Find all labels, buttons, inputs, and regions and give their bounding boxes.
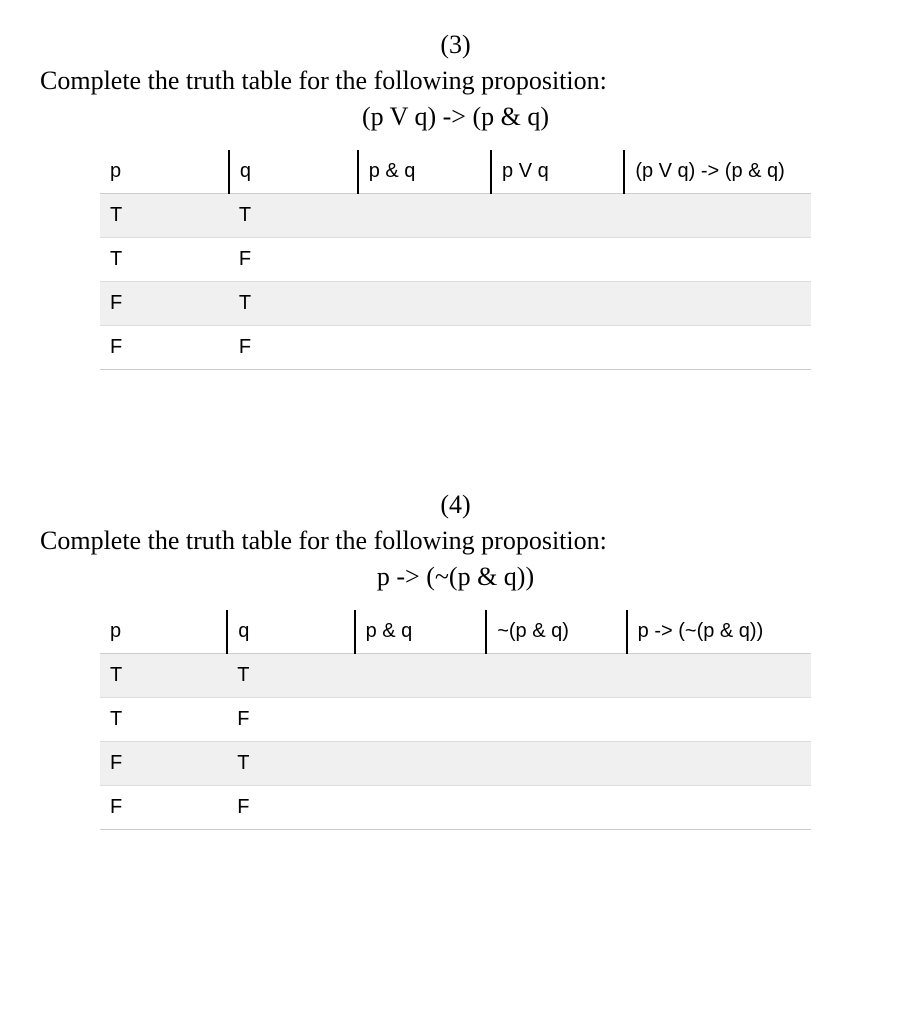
table-cell — [624, 237, 811, 281]
table-cell — [355, 697, 487, 741]
table-header-row: p q p & q ~(p & q) p -> (~(p & q)) — [100, 610, 811, 654]
table-cell — [486, 785, 626, 829]
table-cell: T — [100, 193, 229, 237]
truth-table-container: p q p & q ~(p & q) p -> (~(p & q)) T T T… — [40, 610, 871, 830]
table-cell — [491, 237, 624, 281]
table-header: p -> (~(p & q)) — [627, 610, 811, 654]
table-row: F F — [100, 785, 811, 829]
table-cell — [627, 741, 811, 785]
table-cell — [627, 785, 811, 829]
table-cell: T — [229, 193, 358, 237]
table-cell — [486, 653, 626, 697]
table-cell: T — [227, 741, 354, 785]
table-cell — [627, 697, 811, 741]
table-cell — [491, 193, 624, 237]
table-row: T F — [100, 237, 811, 281]
table-cell — [358, 281, 491, 325]
table-cell: T — [100, 237, 229, 281]
problem-instruction: Complete the truth table for the followi… — [40, 524, 871, 558]
table-cell — [358, 325, 491, 369]
table-row: F T — [100, 741, 811, 785]
table-cell — [358, 193, 491, 237]
table-header: p — [100, 150, 229, 194]
table-header: q — [227, 610, 354, 654]
table-cell — [355, 741, 487, 785]
table-cell: F — [100, 281, 229, 325]
table-header: p & q — [355, 610, 487, 654]
table-cell — [624, 281, 811, 325]
table-cell: F — [229, 325, 358, 369]
table-cell: F — [227, 697, 354, 741]
table-cell — [491, 325, 624, 369]
table-cell — [624, 325, 811, 369]
problem-proposition: p -> (~(p & q)) — [40, 562, 871, 592]
table-cell — [355, 653, 487, 697]
table-cell — [486, 697, 626, 741]
table-header: p & q — [358, 150, 491, 194]
table-header-row: p q p & q p V q (p V q) -> (p & q) — [100, 150, 811, 194]
table-cell: F — [100, 325, 229, 369]
table-row: T F — [100, 697, 811, 741]
table-cell: F — [100, 785, 227, 829]
table-cell: T — [100, 697, 227, 741]
table-cell — [358, 237, 491, 281]
table-cell: T — [100, 653, 227, 697]
table-row: T T — [100, 193, 811, 237]
table-header: p V q — [491, 150, 624, 194]
table-cell: T — [229, 281, 358, 325]
problem-instruction: Complete the truth table for the followi… — [40, 64, 871, 98]
table-cell — [627, 653, 811, 697]
table-cell: F — [100, 741, 227, 785]
problem-number: (3) — [40, 30, 871, 60]
table-header: ~(p & q) — [486, 610, 626, 654]
problem-proposition: (p V q) -> (p & q) — [40, 102, 871, 132]
table-cell: F — [229, 237, 358, 281]
table-header: (p V q) -> (p & q) — [624, 150, 811, 194]
truth-table-container: p q p & q p V q (p V q) -> (p & q) T T T… — [40, 150, 871, 370]
table-row: F T — [100, 281, 811, 325]
table-cell: F — [227, 785, 354, 829]
truth-table: p q p & q p V q (p V q) -> (p & q) T T T… — [100, 150, 811, 370]
table-row: T T — [100, 653, 811, 697]
table-cell — [355, 785, 487, 829]
table-row: F F — [100, 325, 811, 369]
table-header: p — [100, 610, 227, 654]
table-cell: T — [227, 653, 354, 697]
table-cell — [486, 741, 626, 785]
problem-number: (4) — [40, 490, 871, 520]
truth-table: p q p & q ~(p & q) p -> (~(p & q)) T T T… — [100, 610, 811, 830]
table-cell — [624, 193, 811, 237]
table-cell — [491, 281, 624, 325]
table-header: q — [229, 150, 358, 194]
